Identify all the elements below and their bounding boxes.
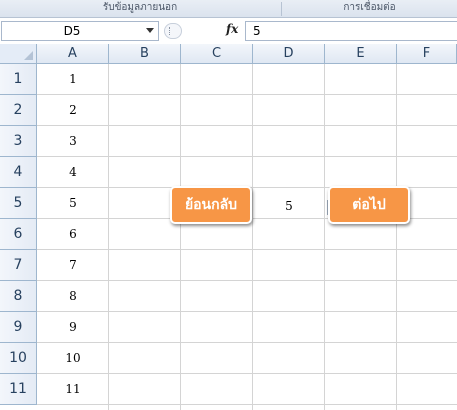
formula-bar: D5 fx 5 bbox=[0, 18, 457, 44]
column-header-e[interactable]: E bbox=[325, 44, 397, 64]
insert-function-icon[interactable]: fx bbox=[226, 22, 238, 36]
name-box-value: D5 bbox=[63, 24, 81, 38]
cell-a5[interactable]: 5 bbox=[37, 188, 109, 218]
row-header-7[interactable]: 7 bbox=[0, 250, 37, 281]
cell-a6[interactable]: 6 bbox=[37, 219, 109, 249]
row-header-9[interactable]: 9 bbox=[0, 312, 37, 343]
cell-d5[interactable]: 5 bbox=[253, 191, 325, 221]
cell-a1[interactable]: 1 bbox=[37, 64, 109, 94]
cell-a8[interactable]: 8 bbox=[37, 281, 109, 311]
select-all-icon bbox=[24, 51, 33, 60]
gridline bbox=[396, 64, 397, 410]
next-button[interactable]: ต่อไป bbox=[328, 186, 410, 224]
row-header-4[interactable]: 4 bbox=[0, 157, 37, 188]
column-header-a[interactable]: A bbox=[37, 44, 109, 64]
row-header-10[interactable]: 10 bbox=[0, 343, 37, 374]
back-button[interactable]: ย้อนกลับ bbox=[170, 186, 252, 224]
row-header-11[interactable]: 11 bbox=[0, 374, 37, 405]
row-header-2[interactable]: 2 bbox=[0, 95, 37, 126]
cell-a3[interactable]: 3 bbox=[37, 126, 109, 156]
cell-a7[interactable]: 7 bbox=[37, 250, 109, 280]
cell-a2[interactable]: 2 bbox=[37, 95, 109, 125]
column-header-d[interactable]: D bbox=[253, 44, 325, 64]
formula-buttons: fx bbox=[160, 21, 244, 41]
select-all-button[interactable] bbox=[0, 44, 37, 64]
row-header-8[interactable]: 8 bbox=[0, 281, 37, 312]
row-header-3[interactable]: 3 bbox=[0, 126, 37, 157]
row-header-5[interactable]: 5 bbox=[0, 188, 37, 219]
column-header-f[interactable]: F bbox=[397, 44, 457, 64]
column-header-b[interactable]: B bbox=[109, 44, 181, 64]
column-header-c[interactable]: C bbox=[181, 44, 253, 64]
cell-a11[interactable]: 11 bbox=[37, 374, 109, 404]
chevron-down-icon[interactable] bbox=[146, 28, 154, 33]
gridline bbox=[180, 64, 181, 410]
name-box[interactable]: D5 bbox=[1, 21, 159, 41]
row-header-6[interactable]: 6 bbox=[0, 219, 37, 250]
resize-grip-icon[interactable] bbox=[164, 23, 182, 39]
cell-a9[interactable]: 9 bbox=[37, 312, 109, 342]
gridline bbox=[324, 64, 325, 410]
cell-a10[interactable]: 10 bbox=[37, 343, 109, 373]
row-header-1[interactable]: 1 bbox=[0, 64, 37, 95]
formula-input[interactable]: 5 bbox=[245, 21, 457, 41]
cell-a4[interactable]: 4 bbox=[37, 157, 109, 187]
ribbon-group-labels: รับข้อมูลภายนอก การเชื่อมต่อ bbox=[0, 0, 457, 18]
gridline bbox=[37, 404, 457, 405]
ribbon-group-connections: การเชื่อมต่อ bbox=[343, 2, 396, 13]
gridline bbox=[252, 64, 253, 410]
ribbon-group-external-data: รับข้อมูลภายนอก bbox=[102, 2, 178, 13]
